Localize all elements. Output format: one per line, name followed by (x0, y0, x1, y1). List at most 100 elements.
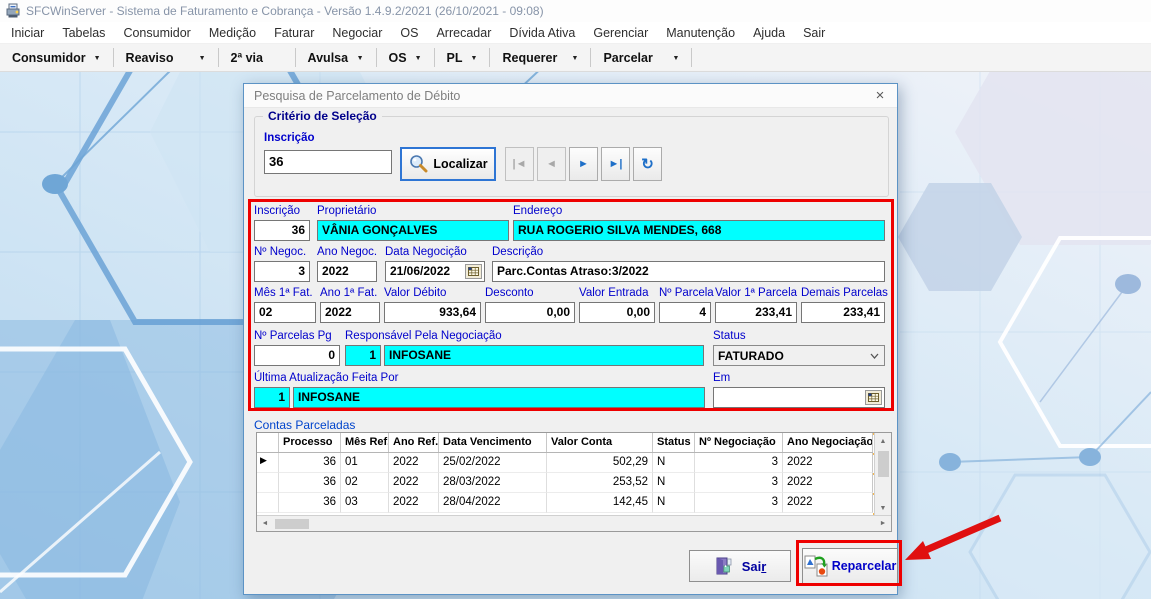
desconto-input[interactable]: 0,00 (485, 302, 575, 323)
table-row[interactable]: ▶ 36 01 2022 25/02/2022 502,29 N 3 2022 (257, 453, 873, 473)
calendar-picker-button[interactable] (865, 390, 882, 405)
responsavel-code-input[interactable]: 1 (345, 345, 381, 366)
col-header-ano-negociacao[interactable]: Ano Negociação (783, 433, 873, 452)
cell-valor-conta: 253,52 (547, 473, 653, 493)
table-row[interactable]: 36 03 2022 28/04/2022 142,45 N 3 2022 (257, 493, 873, 513)
ano-1-fat-input[interactable]: 2022 (320, 302, 380, 323)
valor-1-parcela-input[interactable]: 233,41 (715, 302, 797, 323)
field-n-parcelas-pg: Nº Parcelas Pg 0 (254, 330, 340, 366)
grid-header-row: Processo Mês Ref. Ano Ref. Data Vencimen… (257, 433, 873, 453)
toolbar-reaviso[interactable]: Reaviso ▼ (116, 46, 216, 69)
toolbar-os[interactable]: OS ▼ (379, 46, 432, 69)
menu-iniciar[interactable]: Iniciar (2, 24, 53, 42)
menu-consumidor[interactable]: Consumidor (114, 24, 199, 42)
menu-sair[interactable]: Sair (794, 24, 834, 42)
toolbar-parcelar[interactable]: Parcelar ▼ (593, 46, 689, 69)
col-header-ano-ref[interactable]: Ano Ref. (389, 433, 439, 452)
menu-gerenciar[interactable]: Gerenciar (584, 24, 657, 42)
descricao-input[interactable]: Parc.Contas Atraso:3/2022 (492, 261, 885, 282)
nav-first-button[interactable]: |◄ (505, 147, 534, 181)
localizar-button[interactable]: Localizar (400, 147, 496, 181)
n-parcelas-pg-input[interactable]: 0 (254, 345, 340, 366)
calendar-icon (868, 393, 879, 402)
calendar-icon (468, 267, 479, 276)
endereco-input[interactable]: RUA ROGERIO SILVA MENDES, 668 (513, 220, 885, 241)
col-header-mes-ref[interactable]: Mês Ref. (341, 433, 389, 452)
responsavel-nome-input[interactable]: INFOSANE (384, 345, 704, 366)
grid-header-selector (257, 433, 279, 452)
n-parcela-input[interactable]: 4 (659, 302, 711, 323)
dropdown-arrow-icon: ▼ (357, 55, 364, 62)
cell-mes-ref: 01 (341, 453, 389, 473)
status-dropdown[interactable]: FATURADO (713, 345, 885, 366)
cell-status: N (653, 453, 695, 473)
field-valor-1-parcela: Valor 1ª Parcela 233,41 (715, 287, 797, 323)
vertical-scrollbar[interactable]: ▲ ▼ (874, 433, 891, 516)
horizontal-scrollbar[interactable]: ◄ ► (257, 515, 891, 531)
reparcelar-button[interactable]: Reparcelar (802, 548, 898, 584)
mes-1-fat-input[interactable]: 02 (254, 302, 316, 323)
menubar: Iniciar Tabelas Consumidor Medição Fatur… (0, 22, 1151, 44)
menu-manutencao[interactable]: Manutenção (657, 24, 744, 42)
toolbar-pl[interactable]: PL ▼ (437, 46, 488, 69)
scroll-left-icon[interactable]: ◄ (257, 516, 273, 532)
field-responsavel: Responsável Pela Negociação 1 INFOSANE (345, 330, 704, 366)
col-header-valor-conta[interactable]: Valor Conta (547, 433, 653, 452)
nav-next-button[interactable]: ► (569, 147, 598, 181)
nav-refresh-button[interactable]: ↻ (633, 147, 662, 181)
toolbar-requerer[interactable]: Requerer ▼ (492, 46, 588, 69)
em-input[interactable] (713, 387, 885, 408)
inscricao-input[interactable]: 36 (254, 220, 310, 241)
sair-button[interactable]: Sair (689, 550, 791, 582)
table-row[interactable]: 36 02 2022 28/03/2022 253,52 N 3 2022 (257, 473, 873, 493)
field-n-parcela: Nº Parcela 4 (659, 287, 711, 323)
col-header-data-vencimento[interactable]: Data Vencimento (439, 433, 547, 452)
col-header-processo[interactable]: Processo (279, 433, 341, 452)
col-header-n-negociacao[interactable]: Nº Negociação (695, 433, 783, 452)
col-header-status[interactable]: Status (653, 433, 695, 452)
ultima-atualizacao-code-input[interactable]: 1 (254, 387, 290, 408)
proprietario-input[interactable]: VÂNIA GONÇALVES (317, 220, 509, 241)
field-status: Status FATURADO (713, 330, 885, 366)
menu-negociar[interactable]: Negociar (323, 24, 391, 42)
inscricao-search-input[interactable]: 36 (264, 150, 392, 174)
toolbar-consumidor[interactable]: Consumidor ▼ (2, 46, 111, 69)
dialog-pesquisa-parcelamento: Pesquisa de Parcelamento de Débito × Cri… (243, 83, 898, 595)
scroll-up-icon[interactable]: ▲ (875, 433, 891, 449)
menu-os[interactable]: OS (391, 24, 427, 42)
inscricao-search-label: Inscrição (264, 132, 315, 144)
field-label: Proprietário (317, 205, 509, 219)
field-label: Status (713, 330, 885, 344)
scroll-down-icon[interactable]: ▼ (875, 500, 891, 516)
menu-arrecadar[interactable]: Arrecadar (427, 24, 500, 42)
menu-faturar[interactable]: Faturar (265, 24, 323, 42)
demais-parcelas-input[interactable]: 233,41 (801, 302, 885, 323)
field-label: Em (713, 372, 885, 386)
toolbar-avulsa[interactable]: Avulsa ▼ (298, 46, 374, 69)
cell-n-negociacao: 3 (695, 473, 783, 493)
menu-tabelas[interactable]: Tabelas (53, 24, 114, 42)
scrollbar-thumb[interactable] (878, 451, 889, 477)
grid-rows: Processo Mês Ref. Ano Ref. Data Vencimen… (257, 433, 873, 516)
ultima-atualizacao-nome-input[interactable]: INFOSANE (293, 387, 705, 408)
menu-ajuda[interactable]: Ajuda (744, 24, 794, 42)
scrollbar-thumb[interactable] (275, 519, 309, 529)
nav-prev-button[interactable]: ◄ (537, 147, 566, 181)
contas-parceladas-grid: Processo Mês Ref. Ano Ref. Data Vencimen… (256, 432, 892, 532)
close-icon[interactable]: × (863, 84, 897, 108)
dropdown-arrow-icon: ▼ (199, 55, 206, 62)
data-negociacao-input[interactable]: 21/06/2022 (385, 261, 485, 282)
menu-divida-ativa[interactable]: Dívida Ativa (500, 24, 584, 42)
menu-medicao[interactable]: Medição (200, 24, 265, 42)
toolbar-segunda-via[interactable]: 2ª via (221, 46, 293, 69)
cell-n-negociacao: 3 (695, 453, 783, 473)
scroll-right-icon[interactable]: ► (875, 516, 891, 532)
valor-debito-input[interactable]: 933,64 (384, 302, 481, 323)
nav-last-button[interactable]: ►| (601, 147, 630, 181)
calendar-picker-button[interactable] (465, 264, 482, 279)
dialog-titlebar[interactable]: Pesquisa de Parcelamento de Débito × (244, 84, 897, 108)
n-negoc-input[interactable]: 3 (254, 261, 310, 282)
toolbar-separator (590, 48, 591, 67)
valor-entrada-input[interactable]: 0,00 (579, 302, 655, 323)
ano-negoc-input[interactable]: 2022 (317, 261, 377, 282)
